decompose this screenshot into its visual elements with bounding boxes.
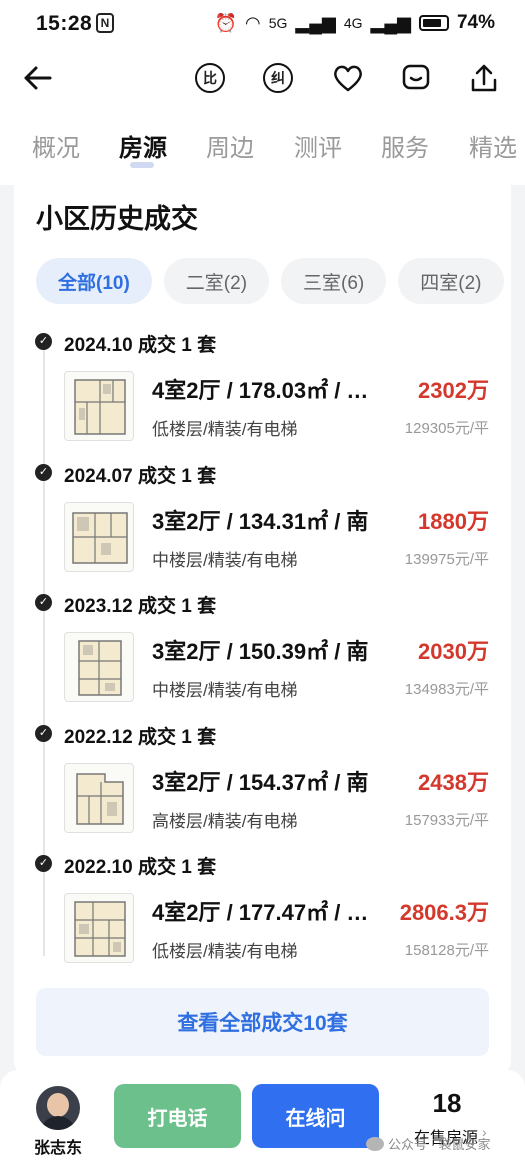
filter-chip-all[interactable]: 全部(10) (36, 258, 152, 304)
unit-price: 158128元/平 (404, 942, 489, 959)
room-filter-chips: 全部(10) 二室(2) 三室(6) 四室(2) (36, 258, 511, 304)
call-button[interactable]: 打电话 (114, 1084, 241, 1148)
floor-plan-image (64, 893, 134, 963)
agent-avatar[interactable] (36, 1086, 80, 1130)
total-price: 2030万 (418, 639, 489, 664)
tab-review[interactable]: 测评 (294, 128, 342, 163)
watermark-text: 公众号 · 袋鼠安家 (388, 1137, 491, 1152)
tab-nearby[interactable]: 周边 (206, 128, 254, 163)
transaction-date: 2024.10 成交 1 套 (64, 335, 217, 356)
check-circle-icon: ✓ (35, 463, 52, 481)
tab-bar: 概况 房源 周边 测评 服务 精选 (0, 120, 525, 176)
floor-plan-image (64, 501, 134, 572)
avatar-body (40, 1116, 76, 1130)
total-price: 2438万 (418, 769, 489, 795)
total-price: 1880万 (418, 508, 489, 534)
favorite-button[interactable] (330, 60, 366, 96)
room-attributes: 中楼层/精装/有电梯 (152, 550, 298, 570)
battery-percent: 74% (456, 12, 495, 33)
signal-5g-label: 5G (268, 15, 288, 31)
room-spec: 4室2厅 / 177.47㎡ / … (152, 900, 369, 925)
status-bar: 15:28 N ⏰ ◠ 5G ▂▄▆ 4G ▂▄▆ 74% (0, 0, 525, 48)
room-attributes: 低楼层/精装/有电梯 (152, 420, 298, 439)
total-price: 2806.3万 (399, 900, 489, 925)
wifi-icon: ◠ (244, 12, 261, 33)
signal-icon-2: ▂▄▆ (370, 12, 411, 33)
nav-bar: 比 纠 (0, 50, 525, 106)
agent-name: 张志东 (34, 1140, 83, 1157)
room-attributes: 低楼层/精装/有电梯 (152, 942, 298, 961)
transaction-record[interactable]: ✓ 2024.07 成交 1 套 3室2厅 / 134.31㎡ / 南 中楼层/… (14, 456, 511, 587)
status-icons: ⏰ ◠ 5G ▂▄▆ 4G ▂▄▆ 74% (215, 12, 495, 34)
online-chat-button[interactable]: 在线问 (252, 1084, 379, 1148)
check-circle-icon: ✓ (35, 594, 52, 611)
message-button[interactable] (398, 60, 434, 96)
unit-price: 129305元/平 (404, 420, 489, 437)
arrow-left-icon (24, 66, 52, 90)
battery-icon (418, 15, 449, 31)
unit-price: 134983元/平 (404, 681, 489, 698)
avatar-face (47, 1093, 69, 1117)
room-spec: 3室2厅 / 150.39㎡ / 南 (152, 639, 369, 664)
signal-icon: ▂▄▆ (295, 12, 336, 33)
check-circle-icon: ✓ (35, 333, 52, 350)
compare-icon: 比 (195, 63, 225, 93)
room-attributes: 中楼层/精装/有电梯 (152, 681, 298, 700)
heart-icon (334, 65, 362, 92)
transaction-record[interactable]: ✓ 2022.12 成交 1 套 3室2厅 / 154.37㎡ / 南 高楼层/… (14, 717, 511, 848)
alarm-icon: ⏰ (214, 12, 237, 33)
section-title: 小区历史成交 (36, 204, 198, 234)
tab-overview[interactable]: 概况 (32, 128, 80, 163)
transaction-record[interactable]: ✓ 2024.10 成交 1 套 4室2厅 / 178.03㎡ / … 低楼层/… (14, 325, 511, 456)
tab-services[interactable]: 服务 (381, 128, 429, 163)
transaction-record[interactable]: ✓ 2022.10 成交 1 套 4室2厅 / 177.47㎡ / … 低楼层/… (14, 847, 511, 978)
status-time: 15:28 (36, 12, 93, 35)
room-spec: 3室2厅 / 134.31㎡ / 南 (152, 508, 369, 534)
transaction-date: 2024.07 成交 1 套 (64, 465, 217, 487)
floor-plan-image (64, 371, 134, 441)
message-icon (402, 64, 430, 90)
filter-chip-2-room[interactable]: 二室(2) (163, 258, 270, 304)
floor-plan-image (64, 762, 134, 833)
room-spec: 4室2厅 / 178.03㎡ / … (152, 378, 369, 403)
transaction-date: 2022.10 成交 1 套 (64, 857, 217, 878)
room-attributes: 高楼层/精装/有电梯 (152, 811, 298, 831)
transaction-history-card: 小区历史成交 全部(10) 二室(2) 三室(6) 四室(2) ✓ 2024.1… (14, 185, 511, 1075)
compare-button[interactable]: 比 (192, 60, 228, 96)
bottom-action-bar: 张志东 打电话 在线问 18 在售房源 › 公众号 · 袋鼠安家 (0, 1070, 525, 1167)
share-icon (471, 64, 497, 92)
transaction-date: 2022.12 成交 1 套 (64, 726, 217, 748)
watermark: 公众号 · 袋鼠安家 (366, 1134, 491, 1153)
view-all-transactions-button[interactable]: 查看全部成交10套 (36, 988, 489, 1056)
filter-chip-4-room[interactable]: 四室(2) (398, 258, 504, 304)
check-circle-icon: ✓ (35, 855, 52, 872)
transaction-list: ✓ 2024.10 成交 1 套 4室2厅 / 178.03㎡ / … 低楼层/… (14, 325, 511, 978)
signal-4g-label: 4G (343, 15, 363, 31)
unit-price: 139975元/平 (404, 550, 489, 568)
filter-chip-3-room[interactable]: 三室(6) (281, 258, 387, 304)
check-circle-icon: ✓ (35, 724, 52, 742)
correction-button[interactable]: 纠 (260, 60, 296, 96)
transaction-date: 2023.12 成交 1 套 (64, 596, 217, 617)
back-button[interactable] (20, 60, 56, 96)
wechat-icon (366, 1136, 384, 1151)
transaction-record[interactable]: ✓ 2023.12 成交 1 套 3室2厅 / 150.39㎡ / 南 中楼层/… (14, 586, 511, 717)
correction-icon: 纠 (263, 63, 293, 93)
tab-featured[interactable]: 精选 (469, 128, 517, 163)
unit-price: 157933元/平 (404, 811, 489, 829)
room-spec: 3室2厅 / 154.37㎡ / 南 (152, 769, 369, 795)
share-button[interactable] (466, 60, 502, 96)
total-price: 2302万 (418, 378, 489, 403)
active-tab-indicator (130, 162, 154, 168)
floor-plan-image (64, 632, 134, 702)
nfc-icon: N (96, 13, 114, 33)
tab-listings[interactable]: 房源 (119, 128, 167, 163)
for-sale-count[interactable]: 18 (412, 1088, 482, 1119)
